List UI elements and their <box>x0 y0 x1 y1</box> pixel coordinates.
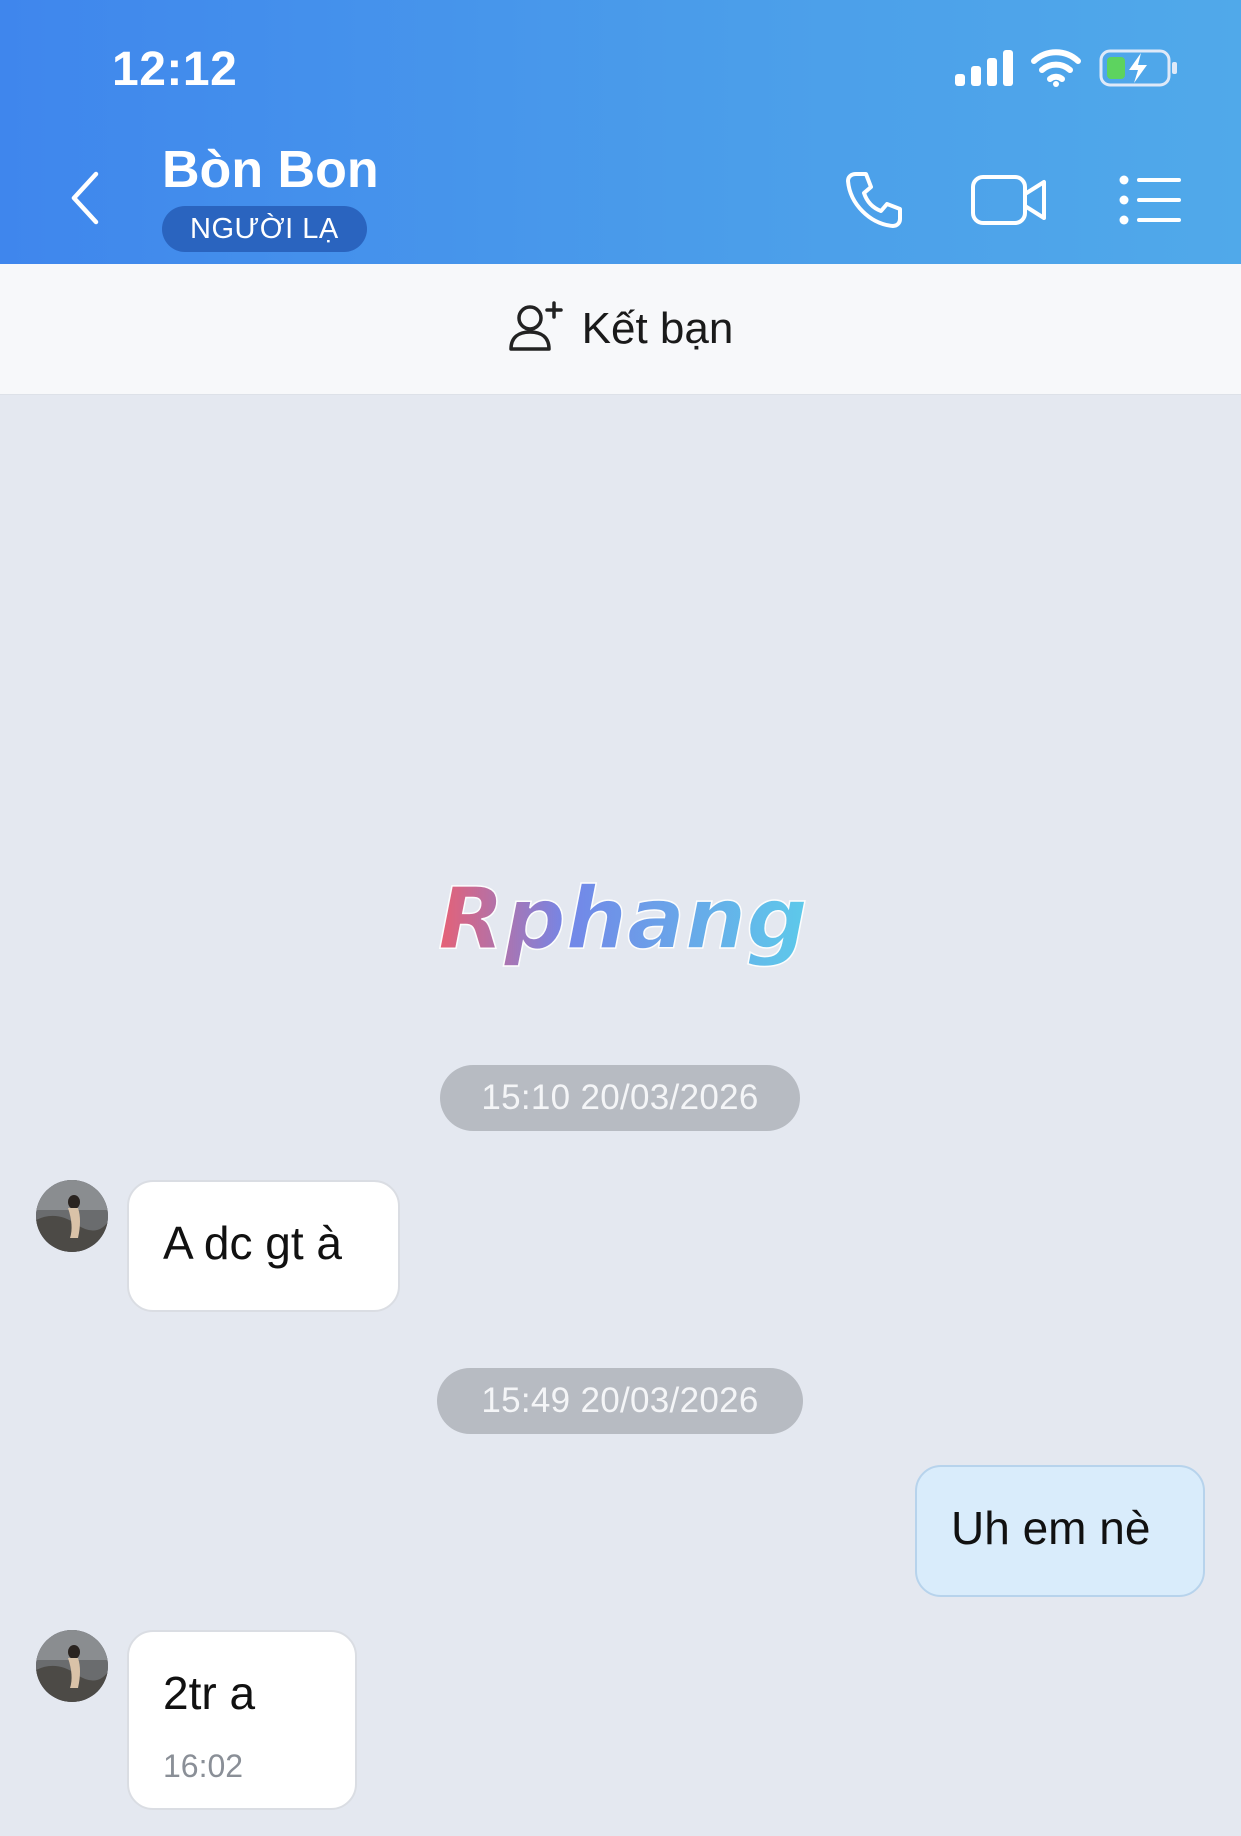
incoming-message-bubble[interactable]: A dc gt à <box>127 1180 400 1312</box>
date-timestamp: 15:49 20/03/2026 <box>437 1368 803 1434</box>
message-text: 2tr a <box>163 1667 256 1719</box>
stranger-badge: NGƯỜI LẠ <box>162 206 367 252</box>
message-time: 16:02 <box>163 1748 244 1784</box>
cellular-signal-icon <box>955 50 1013 91</box>
wifi-icon <box>1031 49 1081 92</box>
add-friend-label: Kết bạn <box>581 304 734 353</box>
video-call-button[interactable] <box>970 166 1050 238</box>
chat-options-button[interactable] <box>1111 166 1191 238</box>
contact-avatar[interactable] <box>36 1630 108 1702</box>
outgoing-message-bubble[interactable]: Uh em nè <box>915 1465 1205 1597</box>
battery-charging-icon <box>1099 48 1179 93</box>
chat-header: 12:12 Bòn Bon NGƯỜI LẠ <box>0 0 1241 264</box>
status-bar-icons <box>955 48 1179 93</box>
message-text: Uh em nè <box>951 1502 1151 1554</box>
add-friend-icon <box>508 300 564 358</box>
contact-avatar[interactable] <box>36 1180 108 1252</box>
status-bar-time: 12:12 <box>112 43 238 96</box>
add-friend-button[interactable]: Kết bạn <box>0 264 1241 395</box>
incoming-message-bubble[interactable]: 2tr a 16:02 <box>127 1630 357 1810</box>
message-text: A dc gt à <box>163 1217 343 1269</box>
back-icon <box>60 171 112 236</box>
list-menu-icon <box>1119 175 1183 230</box>
watermark-logo: Rphang <box>432 858 812 978</box>
date-timestamp: 15:10 20/03/2026 <box>440 1065 800 1131</box>
back-button[interactable] <box>60 160 112 232</box>
contact-name: Bòn Bon <box>162 141 379 199</box>
video-camera-icon <box>970 172 1050 233</box>
voice-call-button[interactable] <box>834 166 914 238</box>
phone-icon <box>842 168 906 237</box>
contact-title[interactable]: Bòn Bon NGƯỜI LẠ <box>162 140 379 252</box>
svg-text:Rphang: Rphang <box>438 869 808 969</box>
